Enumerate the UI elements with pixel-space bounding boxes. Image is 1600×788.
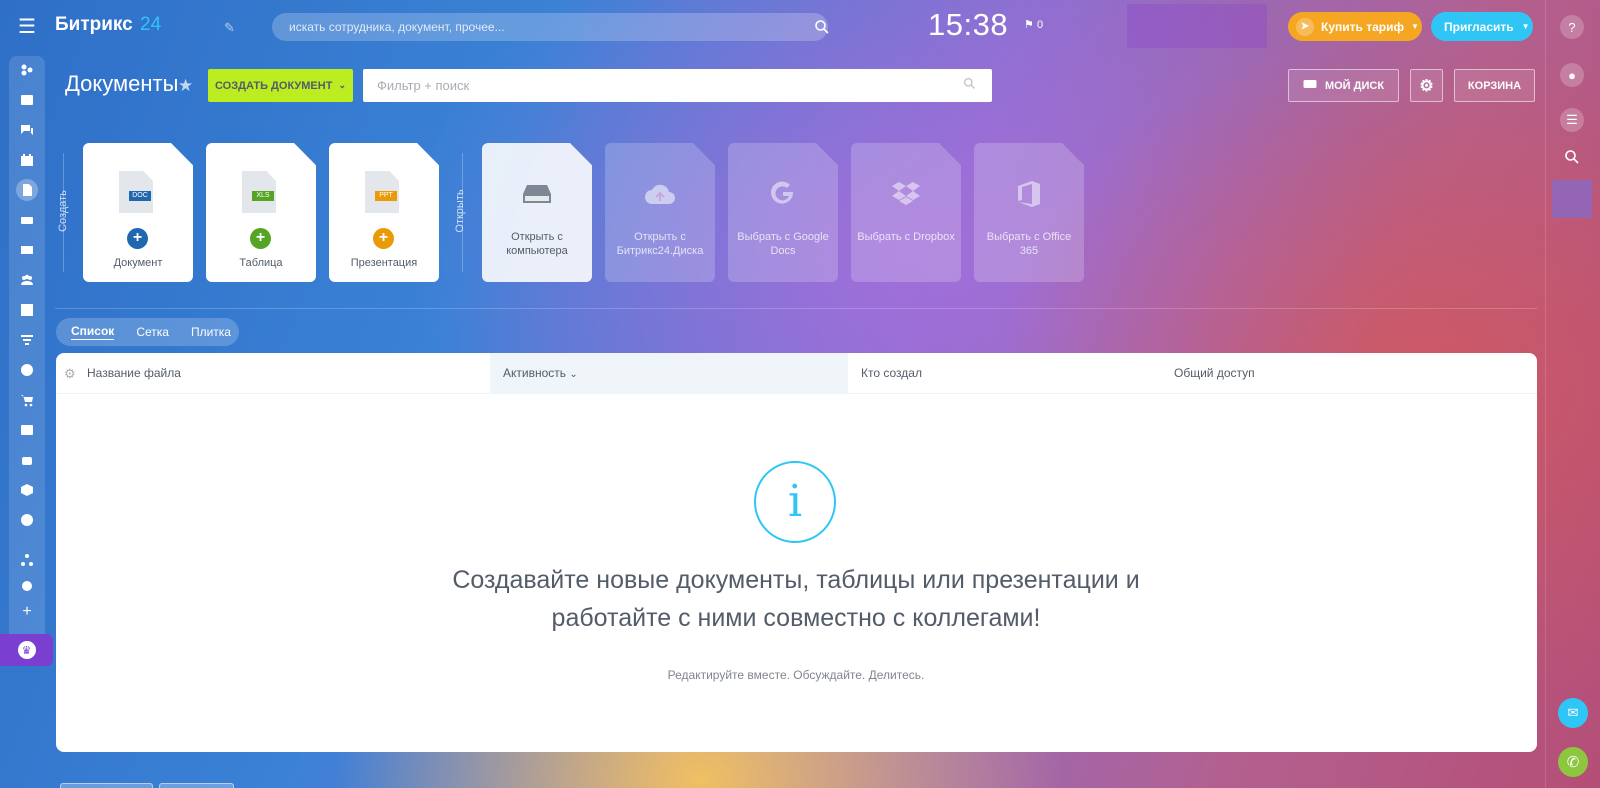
add-plus-icon[interactable]: + (9, 598, 45, 626)
chevron-down-icon: ▼ (1410, 22, 1419, 31)
file-type-badge: DOC (129, 191, 151, 201)
cart-icon[interactable] (9, 386, 45, 414)
section-divider (55, 308, 1537, 309)
office-icon (1009, 179, 1049, 209)
open-from-computer-tile[interactable]: Открыть с компьютера (482, 143, 592, 282)
search-icon[interactable] (814, 19, 830, 35)
table-header: ⚙ Название файла Активность ⌄ Кто создал… (56, 353, 1537, 394)
view-switcher: Список Сетка Плитка (56, 318, 239, 346)
flag-counter[interactable]: ⚑ 0 (1024, 18, 1043, 31)
tab-grid[interactable]: Сетка (136, 325, 169, 339)
tab-list[interactable]: Список (71, 324, 115, 340)
create-spreadsheet-tile[interactable]: XLS + Таблица (206, 143, 316, 282)
open-google-docs-tile[interactable]: Выбрать с Google Docs (728, 143, 838, 282)
cloud-upload-icon (640, 179, 680, 209)
newspaper-icon[interactable] (9, 86, 45, 114)
phone-icon[interactable]: ✆ (1558, 747, 1588, 777)
my-disk-button[interactable]: МОЙ ДИСК (1288, 69, 1399, 102)
drive-icon (1303, 79, 1317, 92)
contact-card-icon[interactable] (9, 416, 45, 444)
create-document-tile[interactable]: DOC + Документ (83, 143, 193, 282)
empty-state-title: Создавайте новые документы, таблицы или … (452, 566, 1140, 632)
tasks-icon[interactable] (9, 296, 45, 324)
tile-label: Выбрать с Google Docs (737, 231, 829, 257)
file-type-badge: PPT (375, 191, 397, 201)
open-dropbox-tile[interactable]: Выбрать с Dropbox (851, 143, 961, 282)
chevron-down-icon: ⌄ (569, 369, 578, 380)
robot-icon[interactable] (9, 446, 45, 474)
global-search-input[interactable] (272, 13, 828, 41)
search-icon[interactable] (1556, 141, 1588, 173)
flag-icon: ⚑ (1024, 19, 1034, 31)
column-shared-access[interactable]: Общий доступ (1174, 353, 1474, 394)
create-document-button[interactable]: СОЗДАТЬ ДОКУМЕНТ ⌄ (208, 69, 353, 102)
create-presentation-tile[interactable]: PPT + Презентация (329, 143, 439, 282)
page-title: Документы (65, 71, 179, 96)
tile-label: Выбрать с Dropbox (857, 231, 955, 243)
tile-label: Таблица (239, 257, 283, 269)
open-office-365-tile[interactable]: Выбрать с Office 365 (974, 143, 1084, 282)
column-created-by[interactable]: Кто создал (861, 353, 1161, 394)
tile-label: Открыть с компьютера (506, 231, 568, 257)
open-channels-icon[interactable]: ✉ (1558, 698, 1588, 728)
column-activity[interactable]: Активность ⌄ (490, 353, 848, 394)
help-icon[interactable]: ? (1556, 11, 1588, 43)
chevron-down-icon: ▼ (1521, 22, 1530, 31)
crown-icon[interactable]: ♛ (0, 634, 53, 666)
tab-tiles[interactable]: Плитка (191, 325, 231, 339)
rocket-icon: ➤ (1296, 17, 1314, 36)
footer-button[interactable] (60, 783, 153, 788)
star-icon[interactable]: ★ (178, 76, 193, 96)
crm-funnel-icon[interactable] (9, 326, 45, 354)
sitemap-icon[interactable] (9, 546, 45, 574)
target-icon[interactable] (9, 356, 45, 384)
employees-icon[interactable] (9, 266, 45, 294)
open-from-bitrix24-disk-tile[interactable]: Открыть с Битрикс24.Диска (605, 143, 715, 282)
hard-drive-icon (517, 179, 557, 209)
menu-toggle-icon[interactable]: ☰ (17, 17, 37, 37)
box-icon[interactable] (9, 476, 45, 504)
recent-chat-slot[interactable] (1552, 180, 1592, 218)
empty-state-subtitle: Редактируйте вместе. Обсуждайте. Делитес… (667, 668, 925, 682)
invite-button[interactable]: Пригласить ▼ (1431, 12, 1533, 41)
messenger-icon[interactable]: ☰ (1556, 104, 1588, 136)
search-icon[interactable] (963, 77, 976, 93)
feed-icon[interactable] (9, 56, 45, 84)
dropbox-icon (886, 179, 926, 209)
trash-button[interactable]: КОРЗИНА (1454, 69, 1535, 102)
open-section-label: Открыть (454, 189, 466, 233)
documents-table: ⚙ Название файла Активность ⌄ Кто создал… (56, 353, 1537, 752)
header-highlight (1127, 4, 1267, 48)
gear-icon: ⚙ (1419, 77, 1434, 95)
settings-button[interactable]: ⚙ (1410, 69, 1443, 102)
create-section-label: Создать (57, 190, 69, 232)
plus-icon: + (373, 228, 394, 249)
tile-label: Открыть с Битрикс24.Диска (616, 231, 704, 257)
footer-button[interactable] (159, 783, 234, 788)
chat-icon[interactable] (9, 116, 45, 144)
calendar-icon[interactable] (9, 146, 45, 174)
tile-label: Документ (113, 257, 163, 269)
drive-icon[interactable] (9, 206, 45, 234)
tile-label: Выбрать с Office 365 (986, 231, 1072, 257)
edit-pencil-icon[interactable]: ✎ (224, 20, 235, 36)
more-chevron-icon[interactable] (9, 506, 45, 534)
plus-icon: + (250, 228, 271, 249)
mail-icon[interactable] (9, 236, 45, 264)
gear-icon[interactable]: ⚙ (64, 366, 76, 382)
bitrix24-logo[interactable]: Битрикс 24 (55, 14, 161, 36)
column-file-name[interactable]: Название файла (87, 353, 487, 394)
plus-icon: + (127, 228, 148, 249)
info-icon: i (754, 461, 836, 543)
clock[interactable]: 15:38 (928, 7, 1008, 43)
tile-label: Презентация (350, 257, 418, 269)
filter-search-input[interactable] (363, 69, 992, 102)
settings-gear-icon[interactable] (9, 572, 45, 600)
documents-icon[interactable] (9, 176, 45, 204)
file-type-badge: XLS (252, 191, 274, 201)
bell-icon[interactable]: ● (1556, 59, 1588, 91)
google-icon (763, 179, 803, 209)
chevron-down-icon: ⌄ (338, 80, 346, 90)
buy-plan-button[interactable]: ➤ Купить тариф ▼ (1288, 12, 1422, 41)
